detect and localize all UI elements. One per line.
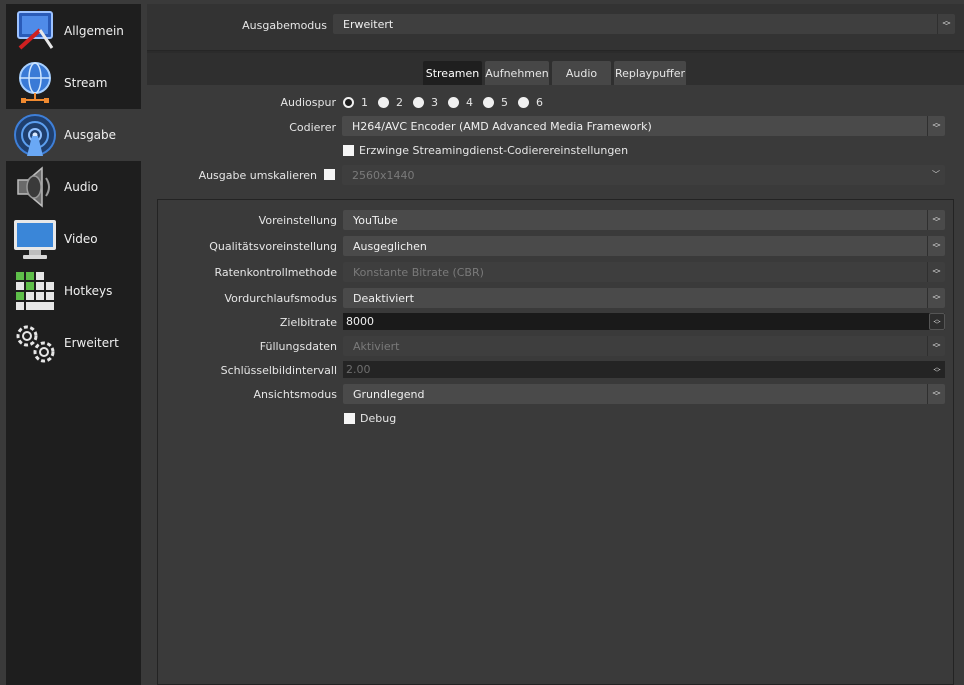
broadcast-antenna-icon <box>10 110 60 160</box>
pre-pass-select[interactable]: Deaktiviert ︿ ﹀ <box>343 288 945 308</box>
rate-control-label: Ratenkontrollmethode <box>214 266 337 279</box>
audio-track-radio-label: 2 <box>396 96 403 109</box>
up-down-arrows-icon: ︿ ﹀ <box>927 262 945 282</box>
tab-label: Aufnehmen <box>485 66 549 80</box>
audio-track-radio-1[interactable] <box>343 97 354 108</box>
sidebar-item-erweitert[interactable]: Erweitert <box>6 317 141 369</box>
output-mode-bar: Ausgabemodus Erweitert ︿ ﹀ <box>147 4 964 51</box>
tab-label: Replaypuffer <box>614 66 686 80</box>
audio-track-radio-4[interactable] <box>448 97 459 108</box>
audio-track-radio-label: 3 <box>431 96 438 109</box>
keyframe-interval-value: 2.00 <box>346 363 371 376</box>
rescale-label: Ausgabe umskalieren <box>198 169 317 182</box>
rescale-select[interactable]: 2560x1440 ﹀ <box>342 165 945 185</box>
quality-preset-value: Ausgeglichen <box>353 239 427 253</box>
encoder-select[interactable]: H264/AVC Encoder (AMD Advanced Media Fra… <box>342 116 945 136</box>
audio-track-radio-2[interactable] <box>378 97 389 108</box>
up-down-arrows-icon: ︿ ﹀ <box>927 288 945 308</box>
chevron-down-icon: ﹀ <box>932 170 940 179</box>
keyframe-interval-spinbox[interactable]: 2.00 ︿ ﹀ <box>343 361 945 378</box>
audio-track-label: Audiospur <box>280 96 336 109</box>
target-bitrate-value: 8000 <box>346 315 374 328</box>
sidebar-item-video[interactable]: Video <box>6 213 141 265</box>
globe-network-icon <box>10 58 60 108</box>
pre-pass-label: Vordurchlaufsmodus <box>224 292 338 305</box>
sidebar-item-hotkeys[interactable]: Hotkeys <box>6 265 141 317</box>
sidebar-item-allgemein[interactable]: Allgemein <box>6 5 141 57</box>
output-settings-panel: Ausgabemodus Erweitert ︿ ﹀ Streamen Aufne… <box>147 4 964 685</box>
debug-checkbox[interactable] <box>344 413 355 424</box>
tab-label: Streamen <box>425 66 480 80</box>
quality-preset-select[interactable]: Ausgeglichen ︿ ﹀ <box>343 236 945 256</box>
spin-arrows-icon[interactable]: ︿ ﹀ <box>929 361 945 378</box>
target-bitrate-label: Zielbitrate <box>279 316 337 329</box>
enforce-streaming-label: Erzwinge Streamingdienst-Codierereinstel… <box>359 144 629 157</box>
filler-data-value: Aktiviert <box>353 339 400 353</box>
gears-icon <box>10 318 60 368</box>
speaker-icon <box>10 162 60 212</box>
audio-track-radio-3[interactable] <box>413 97 424 108</box>
rescale-value: 2560x1440 <box>352 168 415 182</box>
output-mode-label: Ausgabemodus <box>242 19 327 32</box>
keyframe-interval-label: Schlüsselbildintervall <box>220 364 337 377</box>
up-down-arrows-icon: ︿ ﹀ <box>927 210 945 230</box>
audio-track-radio-label: 6 <box>536 96 543 109</box>
quality-preset-label: Qualitätsvoreinstellung <box>209 240 337 253</box>
audio-track-radio-label: 1 <box>361 96 368 109</box>
spin-arrows-icon[interactable]: ︿ ﹀ <box>929 313 945 330</box>
tab-replaypuffer[interactable]: Replaypuffer <box>614 61 686 85</box>
up-down-arrows-icon: ︿ ﹀ <box>927 384 945 404</box>
sidebar-item-label: Audio <box>64 180 99 194</box>
output-mode-select[interactable]: Erweitert ︿ ﹀ <box>333 14 955 34</box>
encoder-settings-group: Voreinstellung YouTube ︿ ﹀ Qualitätsvorei… <box>157 199 954 685</box>
sidebar-item-label: Video <box>64 232 98 246</box>
view-mode-select[interactable]: Grundlegend ︿ ﹀ <box>343 384 945 404</box>
filler-data-label: Füllungsdaten <box>259 340 337 353</box>
view-mode-value: Grundlegend <box>353 387 425 401</box>
up-down-arrows-icon: ︿ ﹀ <box>937 14 955 34</box>
streaming-tab-content: Audiospur 1 2 3 4 5 6 Codierer H264/AVC … <box>147 85 964 685</box>
sidebar-item-stream[interactable]: Stream <box>6 57 141 109</box>
enforce-streaming-checkbox[interactable] <box>343 145 354 156</box>
rescale-checkbox[interactable] <box>324 169 335 180</box>
general-settings-icon <box>10 6 60 56</box>
rate-control-value: Konstante Bitrate (CBR) <box>353 265 484 279</box>
sidebar-item-label: Stream <box>64 76 108 90</box>
audio-track-radio-5[interactable] <box>483 97 494 108</box>
sidebar-item-label: Erweitert <box>64 336 119 350</box>
sidebar-item-audio[interactable]: Audio <box>6 161 141 213</box>
audio-track-radio-6[interactable] <box>518 97 529 108</box>
preset-value: YouTube <box>353 213 398 227</box>
sidebar-item-label: Ausgabe <box>64 128 117 142</box>
debug-label: Debug <box>360 412 397 425</box>
preset-label: Voreinstellung <box>258 214 337 227</box>
up-down-arrows-icon: ︿ ﹀ <box>927 116 945 136</box>
settings-sidebar: Allgemein Stream Ausgabe Audio Video Hot… <box>6 4 141 685</box>
monitor-icon <box>10 214 60 264</box>
encoder-value: H264/AVC Encoder (AMD Advanced Media Fra… <box>352 119 652 133</box>
audio-track-radio-label: 5 <box>501 96 508 109</box>
target-bitrate-spinbox[interactable]: 8000 ︿ ﹀ <box>343 313 945 330</box>
view-mode-label: Ansichtsmodus <box>253 388 337 401</box>
tab-streamen[interactable]: Streamen <box>423 61 482 85</box>
sidebar-item-label: Hotkeys <box>64 284 113 298</box>
tab-label: Audio <box>565 66 598 80</box>
filler-data-select[interactable]: Aktiviert ︿ ﹀ <box>343 336 945 356</box>
pre-pass-value: Deaktiviert <box>353 291 414 305</box>
preset-select[interactable]: YouTube ︿ ﹀ <box>343 210 945 230</box>
audio-track-radio-label: 4 <box>466 96 473 109</box>
encoder-label: Codierer <box>289 121 336 134</box>
tab-aufnehmen[interactable]: Aufnehmen <box>485 61 549 85</box>
tab-audio[interactable]: Audio <box>552 61 611 85</box>
up-down-arrows-icon: ︿ ﹀ <box>927 236 945 256</box>
sidebar-item-label: Allgemein <box>64 24 124 38</box>
sidebar-item-ausgabe[interactable]: Ausgabe <box>6 109 141 161</box>
keyboard-icon <box>10 266 60 316</box>
up-down-arrows-icon: ︿ ﹀ <box>927 336 945 356</box>
rate-control-select[interactable]: Konstante Bitrate (CBR) ︿ ﹀ <box>343 262 945 282</box>
output-mode-value: Erweitert <box>343 17 394 31</box>
